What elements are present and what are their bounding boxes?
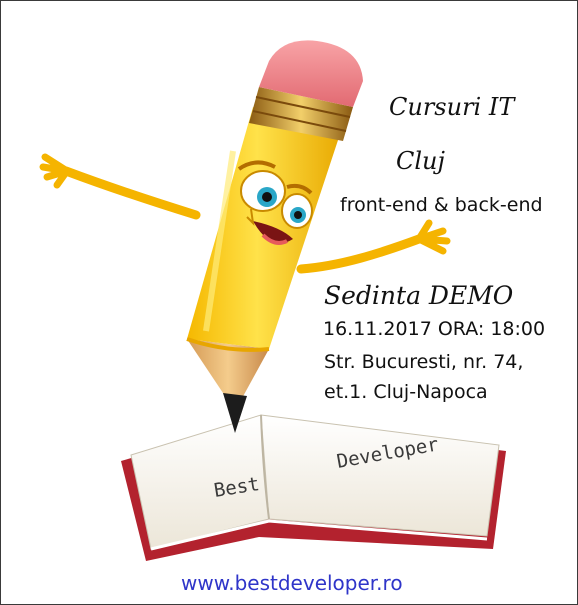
tracks: front-end & back-end: [340, 194, 543, 216]
session-datetime: 16.11.2017 ORA: 18:00: [323, 318, 546, 340]
address-line-1: Str. Bucuresti, nr. 74,: [324, 351, 524, 373]
poster: Best Developer Cursuri IT Cluj front-end…: [0, 0, 578, 605]
headline: Cursuri IT: [389, 93, 515, 121]
open-book-icon: Best Developer: [121, 414, 506, 561]
session-title: Sedinta DEMO: [324, 281, 514, 310]
city: Cluj: [396, 147, 445, 175]
pencil-mascot-icon: [39, 40, 451, 433]
address-line-2: et.1. Cluj-Napoca: [324, 381, 488, 403]
website-link[interactable]: www.bestdeveloper.ro: [181, 571, 403, 595]
